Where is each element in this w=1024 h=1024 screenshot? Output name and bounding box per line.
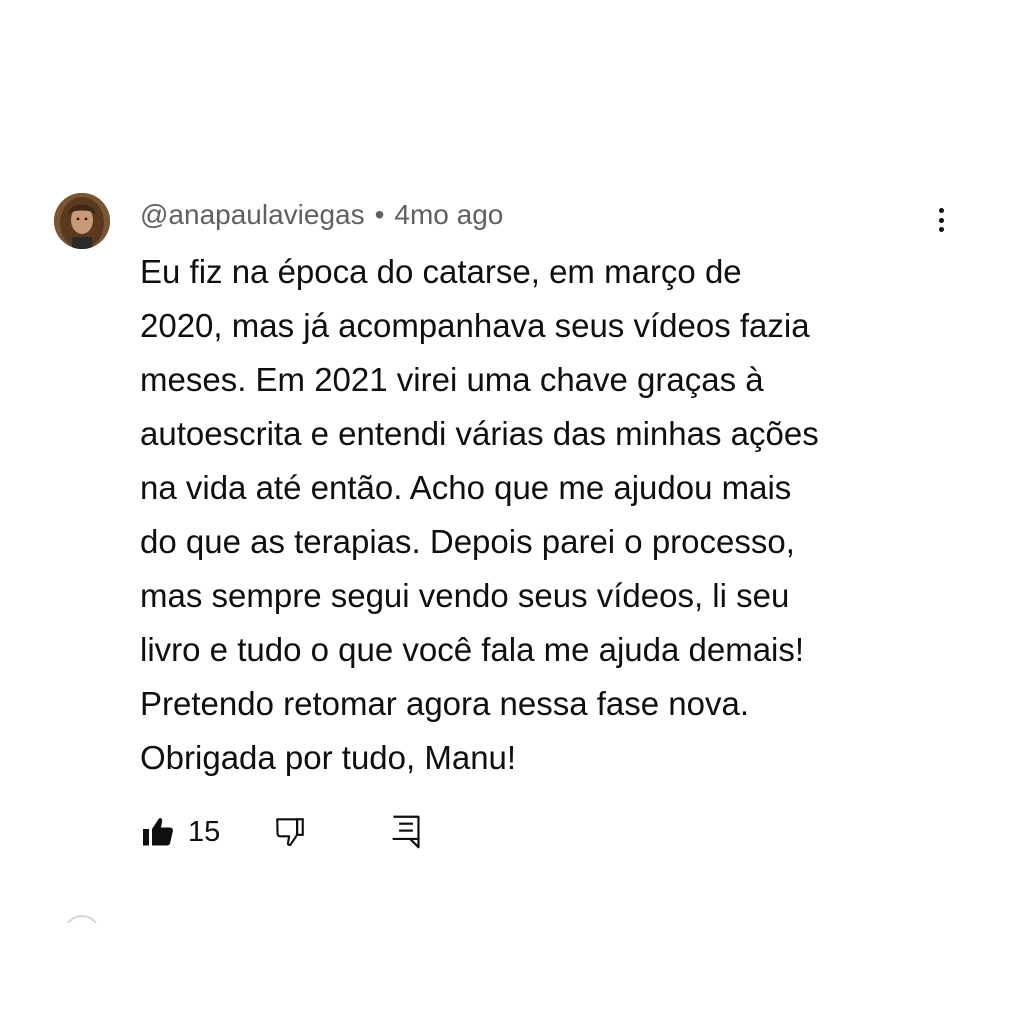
like-count: 15	[188, 815, 221, 848]
comment-text-line: meses. Em 2021 virei uma chave graças à	[140, 361, 764, 398]
separator-dot: •	[374, 199, 385, 230]
more-dot	[938, 217, 944, 223]
user-avatar-photo-icon	[54, 193, 110, 249]
thumbs-up-filled-icon	[143, 818, 173, 846]
comment-header: @anapaulaviegas • 4mo ago	[140, 197, 503, 233]
comment-text-line: 2020, mas já acompanhava seus vídeos faz…	[140, 307, 810, 344]
comment-text-line: Eu fiz na época do catarse, em março de	[140, 253, 742, 290]
comment-text-line: mas sempre segui vendo seus vídeos, li s…	[140, 577, 790, 614]
dislike-button[interactable]	[270, 810, 310, 854]
reply-comment-icon	[392, 815, 420, 849]
comment-text-line: autoescrita e entendi várias das minhas …	[140, 415, 819, 452]
comment-text-line: Pretendo retomar agora nessa fase nova.	[140, 685, 750, 722]
comment-text: Eu fiz na época do catarse, em março de …	[140, 245, 940, 785]
comment-card: @anapaulaviegas • 4mo ago Eu fiz na época …	[0, 0, 1024, 1024]
avatar[interactable]	[54, 193, 110, 249]
more-vert-icon[interactable]	[922, 200, 960, 240]
like-button[interactable]: 15	[140, 810, 220, 854]
comment-text-line: do que as terapias. Depois parei o proce…	[140, 523, 795, 560]
next-avatar-outline	[64, 915, 100, 923]
more-dot	[938, 208, 944, 213]
thumbs-down-outline-icon	[276, 818, 304, 847]
author-name[interactable]: @anapaulaviegas	[140, 199, 365, 230]
comment-text-line: Obrigada por tudo, Manu!	[140, 739, 517, 776]
next-comment-avatar-edge	[64, 915, 100, 923]
reply-button[interactable]	[386, 810, 426, 854]
comment-timestamp[interactable]: 4mo ago	[394, 199, 503, 230]
more-dot	[938, 227, 944, 232]
comment-text-line: livro e tudo o que você fala me ajuda de…	[140, 631, 805, 668]
comment-text-line: na vida até então. Acho que me ajudou ma…	[140, 469, 792, 506]
